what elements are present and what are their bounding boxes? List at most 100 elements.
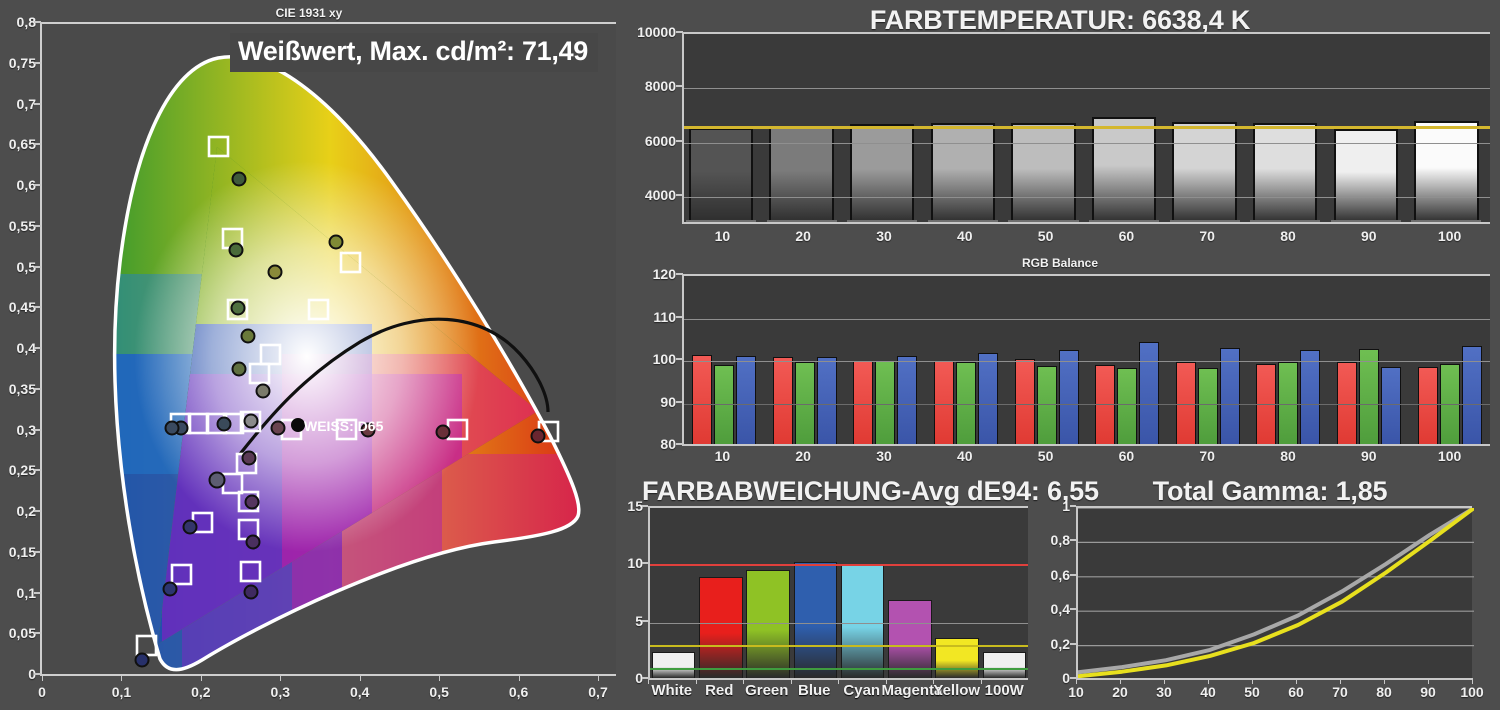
rgb-bar-green[interactable]	[1117, 367, 1138, 444]
white-level-readout: Weißwert, Max. cd/m²: 71,49	[230, 33, 599, 72]
de-y-tick: 10	[627, 555, 643, 572]
de-bar-slot	[886, 508, 933, 678]
table-row[interactable]	[1411, 120, 1482, 222]
temp-x-tick: 60	[1118, 228, 1135, 244]
rgb-bar-red[interactable]	[1014, 359, 1035, 444]
table-row[interactable]	[1250, 123, 1321, 222]
rgb-x-tick: 60	[1118, 448, 1135, 464]
rgb-bar-blue[interactable]	[897, 356, 918, 444]
total-gamma-plot[interactable]	[1076, 506, 1476, 679]
table-row[interactable]	[746, 570, 790, 678]
table-row[interactable]	[766, 127, 838, 222]
rgb-gridline	[684, 403, 1490, 405]
de-bar-slot	[792, 508, 839, 678]
gamma-x-tickmark	[1472, 678, 1473, 684]
table-row[interactable]	[888, 600, 932, 678]
cie-chromaticity-panel: CIE 1931 xy WEISS: D65 Weißwert, Max. cd…	[0, 0, 618, 710]
de-bar-slot	[839, 508, 886, 678]
gamma-y-tick: 0,6	[1050, 566, 1070, 583]
gamma-y-tick: 0,2	[1050, 635, 1070, 652]
rgb-bar-blue[interactable]	[1139, 342, 1160, 444]
rgb-bar-red[interactable]	[1417, 366, 1438, 444]
rgb-bar-red[interactable]	[1095, 365, 1116, 444]
rgb-bar-blue[interactable]	[816, 356, 837, 444]
cie-y-tick: 0,25	[8, 462, 36, 479]
cie-x-tick: 0,3	[270, 684, 291, 700]
cie-y-tickmark	[34, 265, 41, 268]
temp-x-tick: 20	[795, 228, 811, 244]
rgb-bar-green[interactable]	[1197, 368, 1218, 444]
rgb-bar-green[interactable]	[1036, 366, 1057, 444]
cie-y-tick: 0,1	[16, 584, 36, 601]
cie-plot-area[interactable]: WEISS: D65	[40, 22, 616, 674]
cie-y-tick: 0,05	[8, 625, 36, 642]
table-row[interactable]	[982, 651, 1027, 678]
cie-y-tickmark	[34, 469, 41, 472]
rgb-bar-blue[interactable]	[1219, 347, 1240, 444]
table-row[interactable]	[699, 577, 743, 678]
rgb-bar-group	[1248, 276, 1329, 444]
rgb-bar-blue[interactable]	[1300, 349, 1321, 444]
cie-y-tick: 0,15	[8, 543, 36, 560]
temp-x-tick: 100	[1437, 228, 1462, 244]
table-row[interactable]	[847, 123, 918, 223]
cie-y-tick: 0,4	[16, 340, 36, 356]
cie-y-tick: 0,2	[16, 503, 36, 519]
de-bar-slot	[650, 508, 697, 678]
cie-x-tick: 0,2	[191, 684, 211, 700]
de-threshold-line	[650, 667, 1028, 670]
cie-white-point-marker	[291, 418, 305, 432]
rgb-bar-green[interactable]	[875, 360, 896, 444]
de-y-tickmark	[642, 505, 648, 507]
rgb-bar-green[interactable]	[1359, 348, 1380, 444]
de-x-tick: 100W	[984, 682, 1024, 699]
rgb-gridline	[684, 361, 1490, 362]
rgb-bar-red[interactable]	[934, 360, 955, 444]
cie-y-tickmark	[34, 550, 41, 553]
rgb-bar-blue[interactable]	[1058, 349, 1079, 444]
rgb-y-tickmark	[676, 358, 683, 360]
temp-y-tick: 10000	[637, 24, 676, 40]
rgb-y-tick: 90	[660, 393, 676, 410]
temp-gridline	[684, 88, 1490, 90]
cie-diagram-svg: WEISS: D65	[112, 55, 581, 672]
table-row[interactable]	[793, 562, 838, 678]
rgb-bar-red[interactable]	[772, 357, 793, 444]
rgb-y-tick: 80	[660, 436, 676, 452]
gamma-y-tickmark	[1070, 505, 1076, 507]
color-deviation-bars	[650, 508, 1028, 678]
table-row[interactable]	[840, 564, 885, 678]
rgb-bar-group	[1006, 276, 1087, 444]
gamma-x-tick: 100	[1460, 684, 1484, 700]
temp-x-axis-line	[682, 222, 1490, 224]
de-bar-slot	[745, 508, 792, 678]
color-temperature-plot[interactable]	[682, 32, 1490, 223]
temp-gridline	[684, 142, 1490, 144]
rgb-bar-red[interactable]	[853, 360, 874, 444]
de-bar-slot	[981, 508, 1028, 678]
rgb-bar-blue[interactable]	[978, 353, 999, 444]
temp-y-tick: 6000	[644, 132, 676, 149]
gamma-y-tickmark	[1070, 608, 1076, 611]
table-row[interactable]	[1008, 123, 1079, 222]
rgb-bar-blue[interactable]	[736, 356, 757, 444]
gamma-x-tick: 60	[1288, 684, 1304, 700]
table-row[interactable]	[927, 123, 999, 222]
table-row[interactable]	[1169, 121, 1241, 223]
rgb-balance-plot[interactable]	[682, 274, 1490, 444]
temp-y-tick: 8000	[644, 78, 676, 95]
temp-y-tickmark	[676, 85, 683, 88]
rgb-bar-blue[interactable]	[1381, 366, 1402, 444]
de-y-tick: 15	[627, 498, 643, 514]
rgb-bar-red[interactable]	[692, 354, 713, 444]
gamma-x-tick: 40	[1200, 684, 1216, 700]
table-row[interactable]	[1088, 116, 1160, 223]
cie-y-tickmark	[34, 21, 41, 23]
total-gamma-svg	[1076, 506, 1476, 679]
table-row[interactable]	[651, 651, 696, 678]
rgb-bar-group	[926, 276, 1007, 444]
cie-white-point-label: WEISS: D65	[304, 418, 384, 434]
rgb-x-tick: 40	[957, 448, 973, 464]
cie-x-axis-line	[40, 674, 616, 676]
color-deviation-plot[interactable]	[648, 506, 1028, 678]
